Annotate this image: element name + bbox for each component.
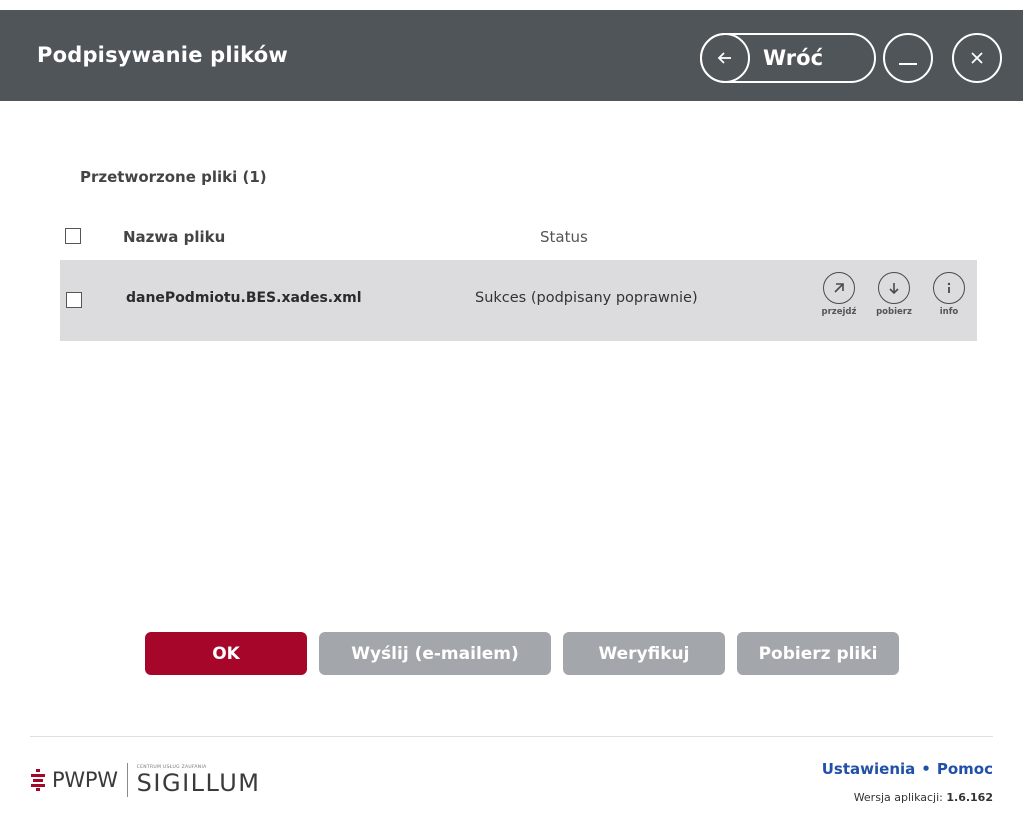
pwpw-sigillum-logo: PWPW CENTRUM USŁUG ZAUFANIA SIGILLUM <box>30 760 260 800</box>
logo-sigillum-text: SIGILLUM <box>136 768 261 797</box>
footer-divider <box>30 736 993 737</box>
arrow-up-right-icon <box>823 272 855 304</box>
close-icon <box>971 52 983 64</box>
back-label: Wróć <box>763 46 824 70</box>
footer-links: Ustawienia • Pomoc <box>822 760 993 778</box>
settings-link[interactable]: Ustawienia <box>822 760 916 778</box>
column-header-status: Status <box>540 228 588 246</box>
column-header-file-name: Nazwa pliku <box>123 228 226 246</box>
info-icon <box>933 272 965 304</box>
app-version: Wersja aplikacji: 1.6.162 <box>854 791 993 804</box>
arrow-down-icon <box>878 272 910 304</box>
logo-pwpw-text: PWPW <box>52 768 118 792</box>
version-value: 1.6.162 <box>946 791 993 804</box>
logo-separator <box>126 763 128 797</box>
link-separator: • <box>921 760 931 778</box>
table-row: danePodmiotu.BES.xades.xml Sukces (podpi… <box>60 260 977 341</box>
version-label: Wersja aplikacji: <box>853 791 943 804</box>
download-label: pobierz <box>876 307 912 317</box>
row-checkbox[interactable] <box>66 292 82 308</box>
minimize-icon <box>899 63 917 65</box>
info-action[interactable]: info <box>929 272 969 317</box>
download-action[interactable]: pobierz <box>874 272 914 317</box>
send-email-button[interactable]: Wyślij (e-mailem) <box>319 632 551 675</box>
ok-button[interactable]: OK <box>145 632 307 675</box>
info-label: info <box>939 307 959 317</box>
back-button[interactable]: Wróć <box>700 33 876 83</box>
goto-action[interactable]: przejdź <box>819 272 859 317</box>
verify-button[interactable]: Weryfikuj <box>563 632 725 675</box>
close-button[interactable] <box>952 33 1002 83</box>
app-title: Podpisywanie plików <box>37 43 289 67</box>
download-files-button[interactable]: Pobierz pliki <box>737 632 899 675</box>
select-all-checkbox[interactable] <box>65 228 81 244</box>
pwpw-emblem-icon <box>31 769 45 791</box>
goto-label: przejdź <box>821 307 857 317</box>
file-name: danePodmiotu.BES.xades.xml <box>126 290 362 306</box>
help-link[interactable]: Pomoc <box>937 760 993 778</box>
arrow-left-icon <box>700 33 750 83</box>
file-status: Sukces (podpisany poprawnie) <box>475 290 698 306</box>
minimize-button[interactable] <box>883 33 933 83</box>
processed-files-title: Przetworzone pliki (1) <box>80 168 267 186</box>
top-gap <box>0 0 1023 10</box>
title-bar: Podpisywanie plików Wróć <box>0 10 1023 101</box>
